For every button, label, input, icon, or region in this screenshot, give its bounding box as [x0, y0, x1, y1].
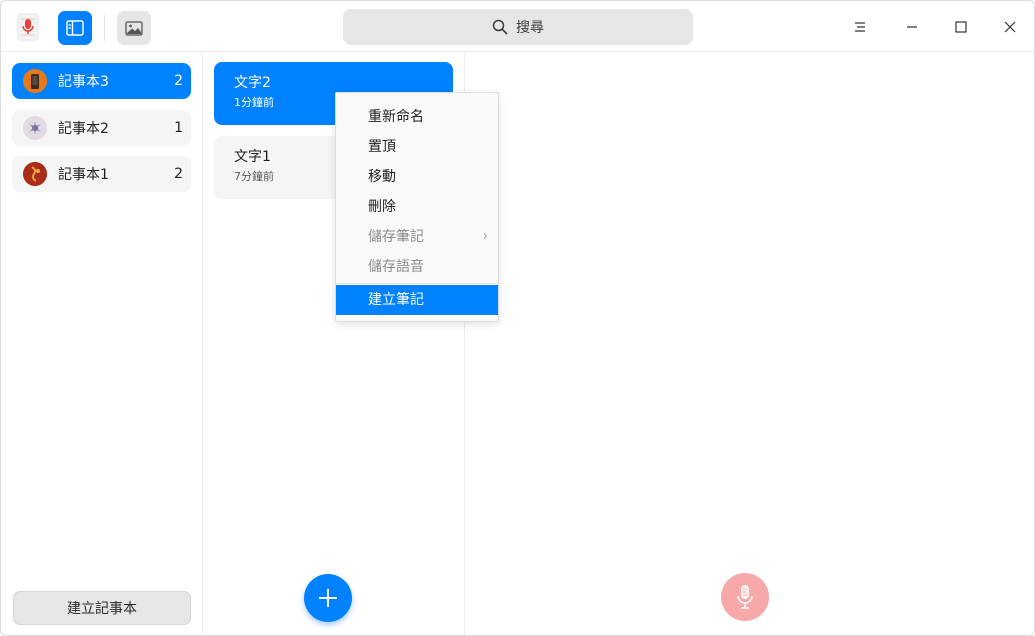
notebook-list-pane: 記事本3 2 記事本2 1 記事本1 2 建立記事本	[1, 52, 203, 635]
voice-notes-app-icon	[15, 13, 41, 41]
image-icon	[125, 20, 143, 36]
notebook-name: 記事本1	[58, 167, 109, 183]
notebook-avatar	[23, 69, 47, 93]
notebook-avatar	[23, 116, 47, 140]
titlebar: 搜尋	[1, 1, 1034, 52]
sidebar-toggle-button[interactable]	[58, 11, 92, 45]
notebook-name: 記事本3	[58, 74, 109, 90]
notebook-item[interactable]: 記事本3 2	[12, 63, 191, 99]
create-notebook-button[interactable]: 建立記事本	[13, 591, 191, 625]
add-note-button[interactable]	[304, 574, 352, 622]
search-placeholder: 搜尋	[516, 20, 544, 36]
menu-button[interactable]	[844, 11, 876, 43]
close-icon	[1004, 21, 1016, 33]
close-button[interactable]	[994, 11, 1026, 43]
note-editor-pane	[466, 52, 1034, 635]
note-title: 文字2	[234, 75, 271, 91]
sidebar-icon	[66, 20, 84, 36]
toolbar-divider	[104, 15, 105, 41]
menu-item-label: 重新命名	[368, 109, 424, 125]
insert-image-button[interactable]	[117, 11, 151, 45]
menu-item-label: 建立筆記	[368, 292, 424, 308]
notebook-avatar	[23, 162, 47, 186]
notebook-item[interactable]: 記事本2 1	[12, 110, 191, 146]
menu-item-rename[interactable]: 重新命名	[336, 102, 498, 132]
minimize-icon	[907, 26, 917, 28]
maximize-button[interactable]	[945, 11, 977, 43]
menu-item-pin[interactable]: 置頂	[336, 132, 498, 162]
menu-item-label: 刪除	[368, 199, 396, 215]
menu-item-save-note[interactable]: 儲存筆記 ›	[336, 222, 498, 252]
search-icon	[492, 19, 508, 35]
app-window: 搜尋 記事本3 2 記事本2 1 記事本1 2 建立記事本 文字2 1分鐘前 文…	[0, 0, 1035, 636]
notebook-count: 2	[174, 73, 183, 89]
menu-item-label: 儲存語音	[368, 259, 424, 275]
menu-item-delete[interactable]: 刪除	[336, 192, 498, 222]
plus-icon	[319, 589, 337, 607]
record-voice-button[interactable]	[721, 573, 769, 621]
menu-item-label: 移動	[368, 169, 396, 185]
hamburger-menu-icon	[855, 22, 865, 32]
note-context-menu: 重新命名 置頂 移動 刪除 儲存筆記 › 儲存語音 建立筆記	[335, 92, 499, 322]
menu-item-save-voice[interactable]: 儲存語音	[336, 252, 498, 282]
microphone-icon	[737, 585, 753, 609]
notebook-count: 1	[174, 120, 183, 136]
menu-item-label: 置頂	[368, 139, 396, 155]
minimize-button[interactable]	[896, 11, 928, 43]
chevron-right-icon: ›	[482, 229, 488, 244]
menu-item-create-note[interactable]: 建立筆記	[336, 285, 498, 315]
notebook-item[interactable]: 記事本1 2	[12, 156, 191, 192]
maximize-icon	[955, 21, 967, 33]
menu-separator	[336, 283, 498, 284]
notebook-count: 2	[174, 166, 183, 182]
menu-item-move[interactable]: 移動	[336, 162, 498, 192]
search-field[interactable]: 搜尋	[343, 9, 693, 45]
menu-item-label: 儲存筆記	[368, 229, 424, 245]
notebook-name: 記事本2	[58, 121, 109, 137]
